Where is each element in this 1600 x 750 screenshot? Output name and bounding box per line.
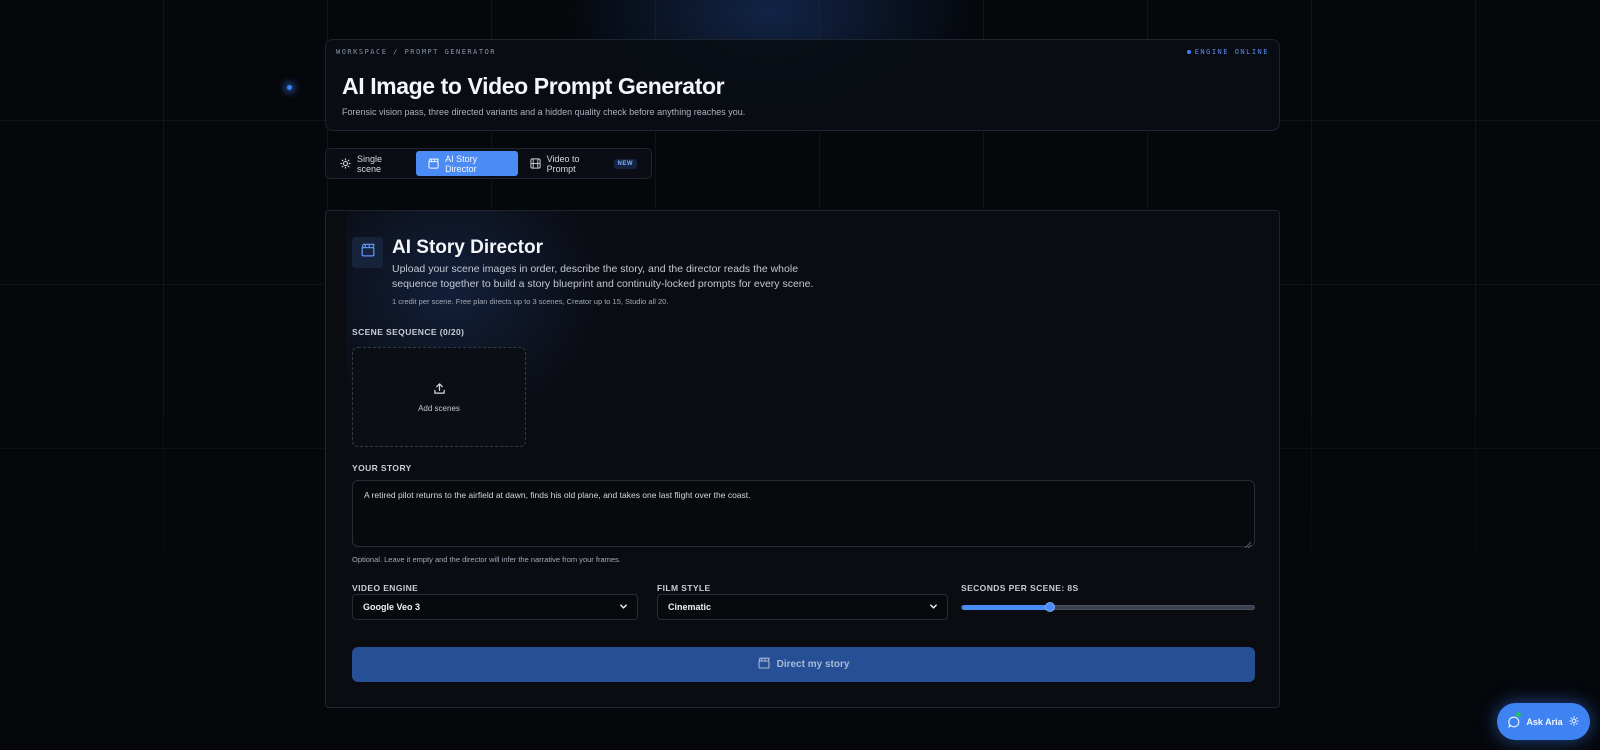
tab-label: Video to Prompt	[546, 153, 580, 174]
slider-fill	[962, 605, 1050, 610]
slider-thumb[interactable]	[1044, 602, 1055, 612]
add-scenes-label: Add scenes	[418, 403, 460, 413]
section-description: Upload your scene images in order, descr…	[392, 263, 814, 290]
chevron-down-icon	[619, 602, 628, 613]
scene-sequence-label: SCENE SEQUENCE (0/20)	[352, 327, 465, 337]
page-title: AI Image to Video Prompt Generator	[342, 73, 725, 99]
direct-my-story-button[interactable]: Direct my story	[352, 647, 1255, 682]
film-style-label: FILM STYLE	[657, 583, 711, 593]
section-title: AI Story Director	[392, 237, 543, 258]
ask-aria-label: Ask Aria	[1526, 716, 1563, 727]
breadcrumb: WORKSPACE / PROMPT GENERATOR	[336, 48, 497, 56]
clapperboard-icon	[428, 158, 439, 169]
chat-bubble-icon	[1508, 711, 1522, 728]
video-engine-select[interactable]: Google Veo 3	[352, 594, 638, 620]
tab-label: Single scene	[357, 153, 383, 174]
ask-aria-button[interactable]: Ask Aria	[1497, 703, 1590, 740]
story-textarea[interactable]: A retired pilot returns to the airfield …	[352, 480, 1255, 547]
clapperboard-icon	[758, 657, 770, 672]
tab-video-to-prompt[interactable]: Video to Prompt NEW	[518, 151, 649, 176]
sparkle-icon	[340, 158, 351, 169]
engine-status: ENGINE ONLINE	[1186, 48, 1269, 56]
clapperboard-icon	[361, 243, 375, 262]
chevron-down-icon	[929, 602, 938, 613]
add-scenes-dropzone[interactable]: Add scenes	[352, 347, 526, 447]
tab-single-scene[interactable]: Single scene	[328, 151, 416, 176]
online-status-dot	[1516, 711, 1522, 717]
glow-dot	[287, 85, 292, 90]
video-engine-label: VIDEO ENGINE	[352, 583, 419, 593]
story-hint: Optional. Leave it empty and the directo…	[352, 555, 621, 564]
mode-tabs: Single scene AI Story Director Video to …	[325, 148, 652, 179]
new-badge: NEW	[613, 158, 637, 169]
sparkle-icon	[1569, 715, 1579, 728]
film-style-select[interactable]: Cinematic	[657, 594, 948, 620]
tab-label: AI Story Director	[445, 153, 478, 174]
direct-my-story-label: Direct my story	[776, 659, 850, 670]
page-header: WORKSPACE / PROMPT GENERATOR ENGINE ONLI…	[325, 39, 1280, 131]
director-icon-box	[352, 237, 383, 268]
engine-status-label: ENGINE ONLINE	[1194, 48, 1269, 56]
status-dot-icon	[1186, 50, 1191, 54]
film-style-value: Cinematic	[668, 602, 712, 612]
story-director-panel: AI Story Director Upload your scene imag…	[325, 210, 1280, 708]
tab-ai-story-director[interactable]: AI Story Director	[416, 151, 518, 176]
resize-grip-icon[interactable]	[1244, 536, 1252, 549]
seconds-slider[interactable]	[961, 602, 1255, 612]
your-story-label: YOUR STORY	[352, 463, 412, 473]
film-icon	[530, 158, 541, 169]
credit-note: 1 credit per scene. Free plan directs up…	[392, 297, 669, 306]
video-engine-value: Google Veo 3	[363, 602, 421, 612]
upload-icon	[433, 382, 446, 400]
seconds-per-scene-label: SECONDS PER SCENE: 8S	[961, 583, 1079, 593]
page-subtitle: Forensic vision pass, three directed var…	[342, 107, 746, 117]
